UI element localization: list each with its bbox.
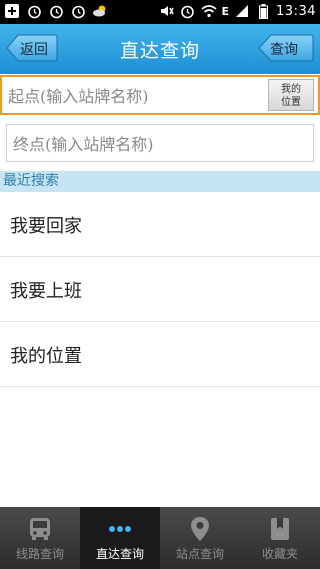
tab-route-query[interactable]: 线路查询 — [0, 507, 80, 569]
list-item[interactable]: 我要上班 — [0, 257, 320, 322]
query-button[interactable]: 查询 — [258, 34, 314, 62]
add-icon — [4, 3, 20, 19]
tab-direct-query-label: 直达查询 — [95, 547, 144, 561]
weather-icon — [92, 3, 108, 19]
list-item[interactable]: 我的位置 — [0, 322, 320, 387]
network-type: E — [221, 4, 230, 18]
end-input[interactable] — [11, 131, 305, 157]
location-pin-icon — [191, 517, 209, 541]
list-item-label: 我要回家 — [10, 216, 82, 237]
tab-favorites[interactable]: 收藏夹 — [240, 507, 320, 569]
status-time: 13:34 — [276, 3, 316, 19]
status-left-icons — [4, 3, 108, 19]
tab-favorites-label: 收藏夹 — [261, 547, 298, 561]
tab-station-query[interactable]: 站点查询 — [160, 507, 240, 569]
status-right-icons: E 13:34 — [159, 3, 316, 19]
mute-icon — [159, 3, 175, 19]
my-location-label-line1: 我的 — [281, 84, 301, 95]
bus-icon — [30, 518, 50, 540]
status-bar: E 13:34 — [0, 0, 320, 24]
end-field-container — [6, 124, 314, 162]
bottom-tab-bar: 线路查询 直达查询 站点查询 收藏夹 — [0, 507, 320, 569]
alarm-icon — [48, 3, 64, 19]
list-item-label: 我的位置 — [10, 346, 82, 367]
my-location-button[interactable]: 我的 位置 — [268, 79, 314, 111]
list-item-label: 我要上班 — [10, 281, 82, 302]
alarm-icon — [26, 3, 42, 19]
bookmark-icon — [271, 518, 289, 540]
battery-icon — [255, 3, 271, 19]
query-button-label: 查询 — [270, 42, 298, 58]
title-bar: 返回 直达查询 查询 — [0, 24, 320, 74]
alarm-icon — [180, 3, 196, 19]
recent-searches-header: 最近搜索 — [0, 171, 320, 192]
recent-searches-list: 我要回家 我要上班 我的位置 — [0, 192, 320, 387]
tab-direct-query[interactable]: 直达查询 — [80, 507, 160, 569]
tab-station-query-label: 站点查询 — [175, 547, 224, 561]
wifi-icon — [200, 3, 217, 19]
my-location-label-line2: 位置 — [281, 97, 301, 108]
start-input[interactable] — [6, 83, 265, 109]
dots-icon — [109, 526, 131, 532]
signal-icon — [234, 3, 250, 19]
start-field-container: 我的 位置 — [0, 75, 320, 115]
alarm-icon — [70, 3, 86, 19]
tab-route-query-label: 线路查询 — [15, 547, 64, 561]
list-item[interactable]: 我要回家 — [0, 192, 320, 257]
